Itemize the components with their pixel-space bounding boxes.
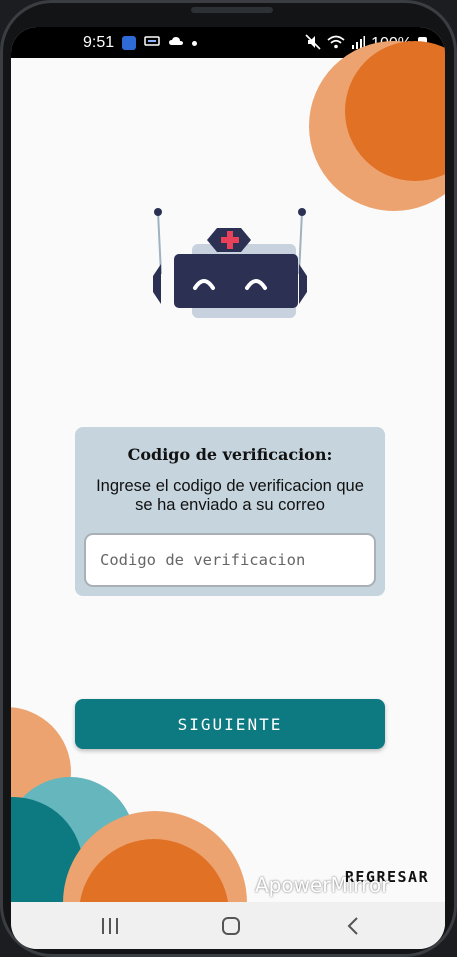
back-icon[interactable]: [339, 915, 369, 937]
speaker-grille: [191, 7, 273, 13]
nurse-robot-logo-icon: [147, 204, 309, 324]
dot-icon: [192, 40, 198, 46]
wifi-icon: [327, 35, 345, 53]
home-icon[interactable]: [216, 915, 246, 937]
phone-frame: 9:51 100%: [0, 0, 457, 957]
cast-icon: [144, 35, 160, 51]
verification-card: Codigo de verificacion: Ingrese el codig…: [75, 427, 385, 596]
verification-description: Ingrese el codigo de verificacion que se…: [96, 477, 364, 514]
cloud-icon: [168, 35, 184, 51]
verification-title: Codigo de verificacion:: [127, 445, 333, 464]
mute-icon: [305, 34, 321, 54]
screen: 9:51 100%: [11, 27, 445, 949]
app-notification-icon: [122, 36, 137, 50]
watermark: ApowerMirror: [255, 873, 390, 897]
verification-code-input[interactable]: [84, 533, 376, 587]
recent-apps-icon[interactable]: [95, 915, 125, 937]
status-left: 9:51: [83, 34, 198, 52]
navigation-bar: [11, 902, 445, 949]
status-time: 9:51: [83, 34, 115, 51]
next-button[interactable]: SIGUIENTE: [75, 699, 385, 749]
